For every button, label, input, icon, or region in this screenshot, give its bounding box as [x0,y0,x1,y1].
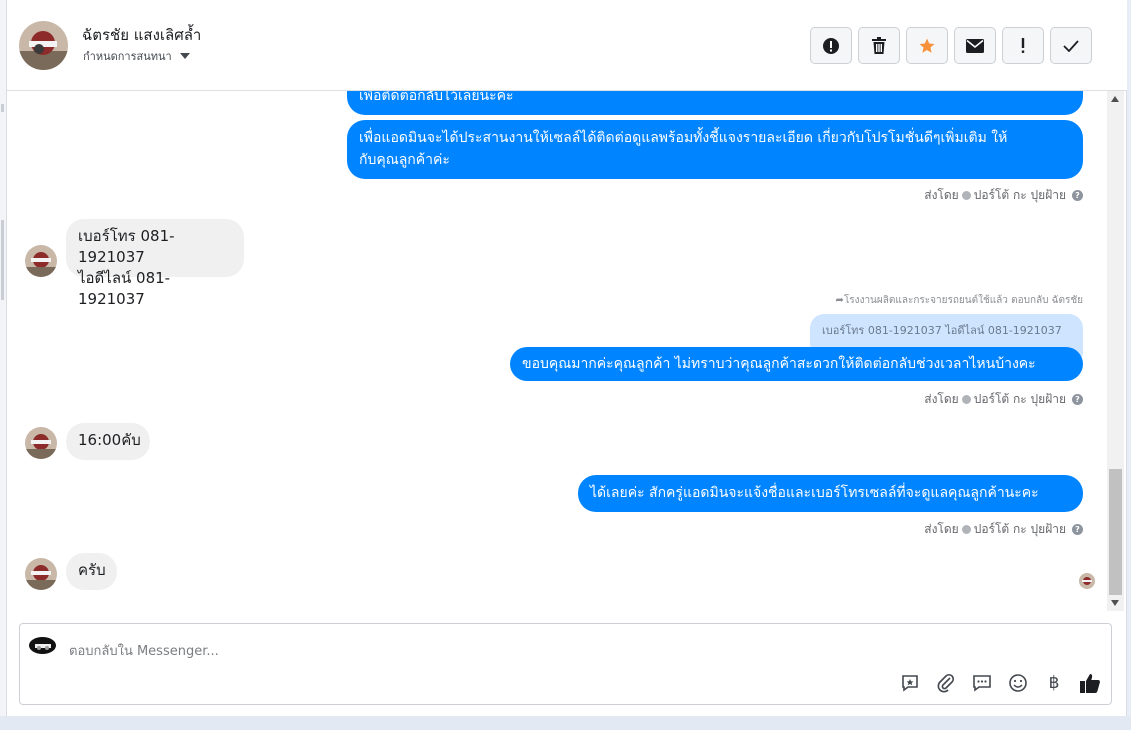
message-text-line: เพื่อแอดมินจะได้ประสานงานให้เซลล์ได้ติดต… [359,130,1008,146]
emoji-button[interactable] [1007,672,1029,694]
incoming-message: ครับ [66,553,117,590]
attach-button[interactable] [935,672,957,694]
caret-down-icon [179,53,190,59]
contact-avatar[interactable] [19,21,68,70]
quick-reply-button[interactable] [899,672,921,694]
like-button[interactable] [1079,672,1101,694]
page-icon [961,525,971,534]
outgoing-message: ได้เลยค่ะ สักครู่แอดมินจะแจ้งชื่อและเบอร… [578,475,1083,512]
scroll-down-arrow-icon[interactable] [1111,600,1119,606]
sent-by-label: ส่งโดย [924,188,959,202]
saved-reply-icon [973,675,991,692]
paperclip-icon [937,673,955,693]
message-text: 16:00คับ [78,431,141,449]
message-text: ได้เลยค่ะ สักครู่แอดมินจะแจ้งชื่อและเบอร… [590,485,1039,501]
emoji-icon [1009,674,1027,692]
sender-name[interactable]: ปอร์โต้ กะ ปุยฝ้าย [974,186,1066,205]
schedule-label: กำหนดการสนทนา [83,50,172,63]
contact-avatar-small[interactable] [25,558,57,590]
thread-scrollbar[interactable] [1107,91,1124,611]
star-button[interactable] [906,27,948,64]
help-icon[interactable]: ? [1072,394,1083,405]
page-avatar [29,637,56,654]
sent-by-meta: ส่งโดย ปอร์โต้ กะ ปุยฝ้าย ? [924,390,1083,409]
outgoing-message: เพื่อติดต่อกลับไว้เลยนะคะ [347,91,1083,115]
outgoing-message: ขอบคุณมากค่ะคุณลูกค้า ไม่ทราบว่าคุณลูกค้… [510,347,1083,381]
conversation-header: ฉัตรชัย แสงเลิศล้ำ กำหนดการสนทนา [7,0,1127,91]
page-icon [961,191,971,200]
delete-button[interactable] [858,27,900,64]
contact-avatar-small[interactable] [25,245,57,277]
mark-unread-button[interactable] [954,27,996,64]
check-icon [1063,39,1079,52]
envelope-icon [966,38,984,53]
incoming-message: เบอร์โทร 081-1921037 ไอดีไลน์ 081-192103… [66,219,244,308]
incoming-message: 16:00คับ [66,423,150,460]
message-text: ขอบคุณมากค่ะคุณลูกค้า ไม่ทราบว่าคุณลูกค้… [522,356,1036,372]
sender-name[interactable]: ปอร์โต้ กะ ปุยฝ้าย [974,390,1066,409]
thumbs-up-icon [1080,674,1100,693]
sent-by-label: ส่งโดย [924,392,959,406]
alert-circle-icon [823,37,839,54]
star-icon [919,38,935,53]
outgoing-message: เพื่อแอดมินจะได้ประสานงานให้เซลล์ได้ติดต… [347,120,1083,179]
scroll-up-arrow-icon[interactable] [1111,96,1119,102]
page-icon [961,395,971,404]
trash-icon [872,36,886,54]
message-composer[interactable]: ตอบกลับใน Messenger... ฿ [19,623,1112,705]
conversation-panel: ฉัตรชัย แสงเลิศล้ำ กำหนดการสนทนา เพื่อติ… [6,0,1127,716]
baht-icon: ฿ [1048,673,1060,693]
message-text-line: กับคุณลูกค้าค่ะ [359,152,450,168]
message-text: เพื่อติดต่อกลับไว้เลยนะคะ [359,91,514,104]
exclamation-icon [1021,37,1025,53]
reply-arrow-icon: ➦ [835,295,844,306]
header-actions [810,27,1092,64]
message-text-line: ไอดีไลน์ 081-1921037 [78,269,171,308]
spam-button[interactable] [1002,27,1044,64]
seen-avatar [1079,573,1095,589]
reply-note-text: โรงงานผลิตและกระจายรถยนต์ใช้แล้ว ตอบกลับ… [843,295,1083,306]
quoted-text: เบอร์โทร 081-1921037 ไอดีไลน์ 081-192103… [822,324,1062,337]
sent-by-meta: ส่งโดย ปอร์โต้ กะ ปุยฝ้าย ? [924,520,1083,539]
done-button[interactable] [1050,27,1092,64]
scroll-thumb[interactable] [1109,469,1122,595]
sent-by-meta: ส่งโดย ปอร์โต้ กะ ปุยฝ้าย ? [924,186,1083,205]
composer-tools: ฿ [899,672,1101,694]
message-text: ครับ [78,561,106,579]
alert-button[interactable] [810,27,852,64]
sender-name[interactable]: ปอร์โต้ กะ ปุยฝ้าย [974,520,1066,539]
message-text-line: เบอร์โทร 081-1921037 [78,227,175,266]
schedule-dropdown[interactable]: กำหนดการสนทนา [83,47,190,65]
payment-button[interactable]: ฿ [1043,672,1065,694]
bottom-strip [0,716,1131,730]
reply-note: ➦โรงงานผลิตและกระจายรถยนต์ใช้แล้ว ตอบกลั… [836,293,1083,308]
reply-input[interactable]: ตอบกลับใน Messenger... [69,640,219,661]
saved-reply-button[interactable] [971,672,993,694]
contact-name: ฉัตรชัย แสงเลิศล้ำ [82,26,202,44]
help-icon[interactable]: ? [1072,190,1083,201]
help-icon[interactable]: ? [1072,524,1083,535]
sent-by-label: ส่งโดย [924,522,959,536]
quick-reply-icon [902,675,918,692]
contact-avatar-small[interactable] [25,427,57,459]
message-thread: เพื่อติดต่อกลับไว้เลยนะคะ เพื่อแอดมินจะไ… [7,91,1107,611]
